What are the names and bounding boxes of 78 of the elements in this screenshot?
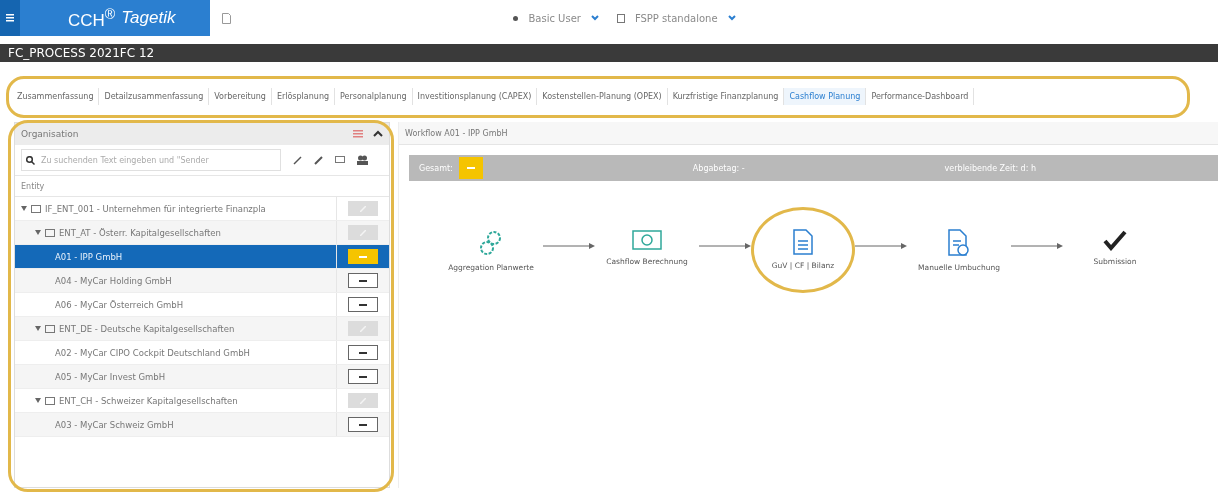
tab[interactable]: Personalplanung xyxy=(335,87,413,105)
pencil-icon xyxy=(360,229,366,236)
due-date-label: Abgabetag: - xyxy=(692,163,745,173)
tab[interactable]: Cashflow Planung xyxy=(784,87,867,105)
caret-down-icon[interactable] xyxy=(35,326,41,331)
environment-menu[interactable]: FSPP standalone xyxy=(634,12,718,24)
chevron-down-icon[interactable] xyxy=(727,15,736,21)
entity-label: A03 - MyCar Schweiz GmbH xyxy=(55,419,174,430)
app-logo: CCH$^{®}$ Tagetik xyxy=(20,0,210,36)
dash-icon xyxy=(359,303,367,306)
column-header: Entity xyxy=(21,181,45,191)
caret-down-icon[interactable] xyxy=(21,206,27,211)
remaining-time-label: verbleibende Zeit: d: h xyxy=(944,163,1036,173)
collapse-icon[interactable] xyxy=(373,130,383,137)
entity-label: ENT_CH - Schweizer Kapitalgesellschaften xyxy=(59,395,238,406)
chevron-down-icon[interactable] xyxy=(590,15,599,21)
caret-down-icon[interactable] xyxy=(35,230,41,235)
total-label: Gesamt: xyxy=(419,163,453,173)
user-dot-icon xyxy=(513,15,519,21)
tab[interactable]: Erlösplanung xyxy=(271,87,336,105)
dash-icon xyxy=(359,423,367,426)
document-icon xyxy=(793,229,813,255)
users-icon[interactable] xyxy=(357,155,368,165)
tree-row[interactable]: IF_ENT_001 - Unternehmen für integrierte Finanzpla xyxy=(15,197,389,221)
folder-icon xyxy=(45,228,55,237)
tree-row[interactable]: ENT_AT - Österr. Kapitalgesellschaften xyxy=(15,221,389,245)
folder-icon xyxy=(31,204,41,213)
document-edit-icon xyxy=(948,229,970,257)
document-icon[interactable] xyxy=(222,12,231,24)
pencil-icon xyxy=(360,397,366,404)
workflow-title: Workflow A01 - IPP GmbH xyxy=(405,128,508,138)
tree-row[interactable]: A03 - MyCar Schweiz GmbH xyxy=(15,413,389,437)
entity-label: A01 - IPP GmbH xyxy=(55,251,123,262)
search-icon xyxy=(26,155,35,165)
dash-icon xyxy=(359,351,367,354)
tree-row[interactable]: ENT_CH - Schweizer Kapitalgesellschaften xyxy=(15,389,389,413)
tab[interactable]: Investitionsplanung (CAPEX) xyxy=(412,87,538,105)
user-menu[interactable]: Basic User xyxy=(528,12,581,24)
entity-label: ENT_DE - Deutsche Kapitalgesellschaften xyxy=(59,323,235,334)
search-field[interactable]: Zu suchenden Text eingeben und "Sender xyxy=(21,149,281,171)
tree-row[interactable]: A02 - MyCar CIPO Cockpit Deutschland GmbH xyxy=(15,341,389,365)
flow-arrow xyxy=(855,243,907,249)
flow-arrow xyxy=(699,243,751,249)
dash-icon xyxy=(359,375,367,378)
dash-icon xyxy=(359,279,367,282)
gears-icon xyxy=(478,229,504,257)
entity-label: ENT_AT - Österr. Kapitalgesellschaften xyxy=(59,227,221,238)
tree-row[interactable]: A06 - MyCar Österreich GmbH xyxy=(15,293,389,317)
tab[interactable]: Zusammenfassung xyxy=(12,87,100,105)
process-title: FC_PROCESS 2021FC 12 xyxy=(8,46,155,60)
entity-label: IF_ENT_001 - Unternehmen für integrierte Finanzpla xyxy=(45,203,266,214)
entity-label: A05 - MyCar Invest GmbH xyxy=(55,371,166,382)
tree-row[interactable]: A01 - IPP GmbH xyxy=(15,245,389,269)
entity-label: A02 - MyCar CIPO Cockpit Deutschland GmbH xyxy=(55,347,250,358)
pencil-icon xyxy=(360,205,366,212)
entity-label: A04 - MyCar Holding GmbH xyxy=(55,275,172,286)
menu-icon xyxy=(6,14,14,22)
tree-row[interactable]: A04 - MyCar Holding GmbH xyxy=(15,269,389,293)
flow-arrow xyxy=(1011,243,1063,249)
pencil-icon[interactable] xyxy=(314,155,323,165)
pencil-icon xyxy=(360,325,366,332)
caret-down-icon[interactable] xyxy=(35,398,41,403)
tree-row[interactable]: A05 - MyCar Invest GmbH xyxy=(15,365,389,389)
tab[interactable]: Detailzusammenfassung xyxy=(99,87,210,105)
menu-button[interactable] xyxy=(0,0,20,36)
folder-icon xyxy=(45,396,55,405)
check-icon xyxy=(1103,229,1127,251)
entity-label: A06 - MyCar Österreich GmbH xyxy=(55,299,184,310)
tab[interactable]: Vorbereitung xyxy=(209,87,272,105)
panel-title: Organisation xyxy=(21,129,79,139)
banknote-icon xyxy=(632,229,662,251)
tab[interactable]: Performance-Dashboard xyxy=(866,87,975,105)
flow-arrow xyxy=(543,243,595,249)
dash-icon xyxy=(466,167,475,169)
tree-row[interactable]: ENT_DE - Deutsche Kapitalgesellschaften xyxy=(15,317,389,341)
tab[interactable]: Kostenstellen-Planung (OPEX) xyxy=(537,87,668,105)
folder-icon xyxy=(45,324,55,333)
dash-icon xyxy=(359,255,367,258)
